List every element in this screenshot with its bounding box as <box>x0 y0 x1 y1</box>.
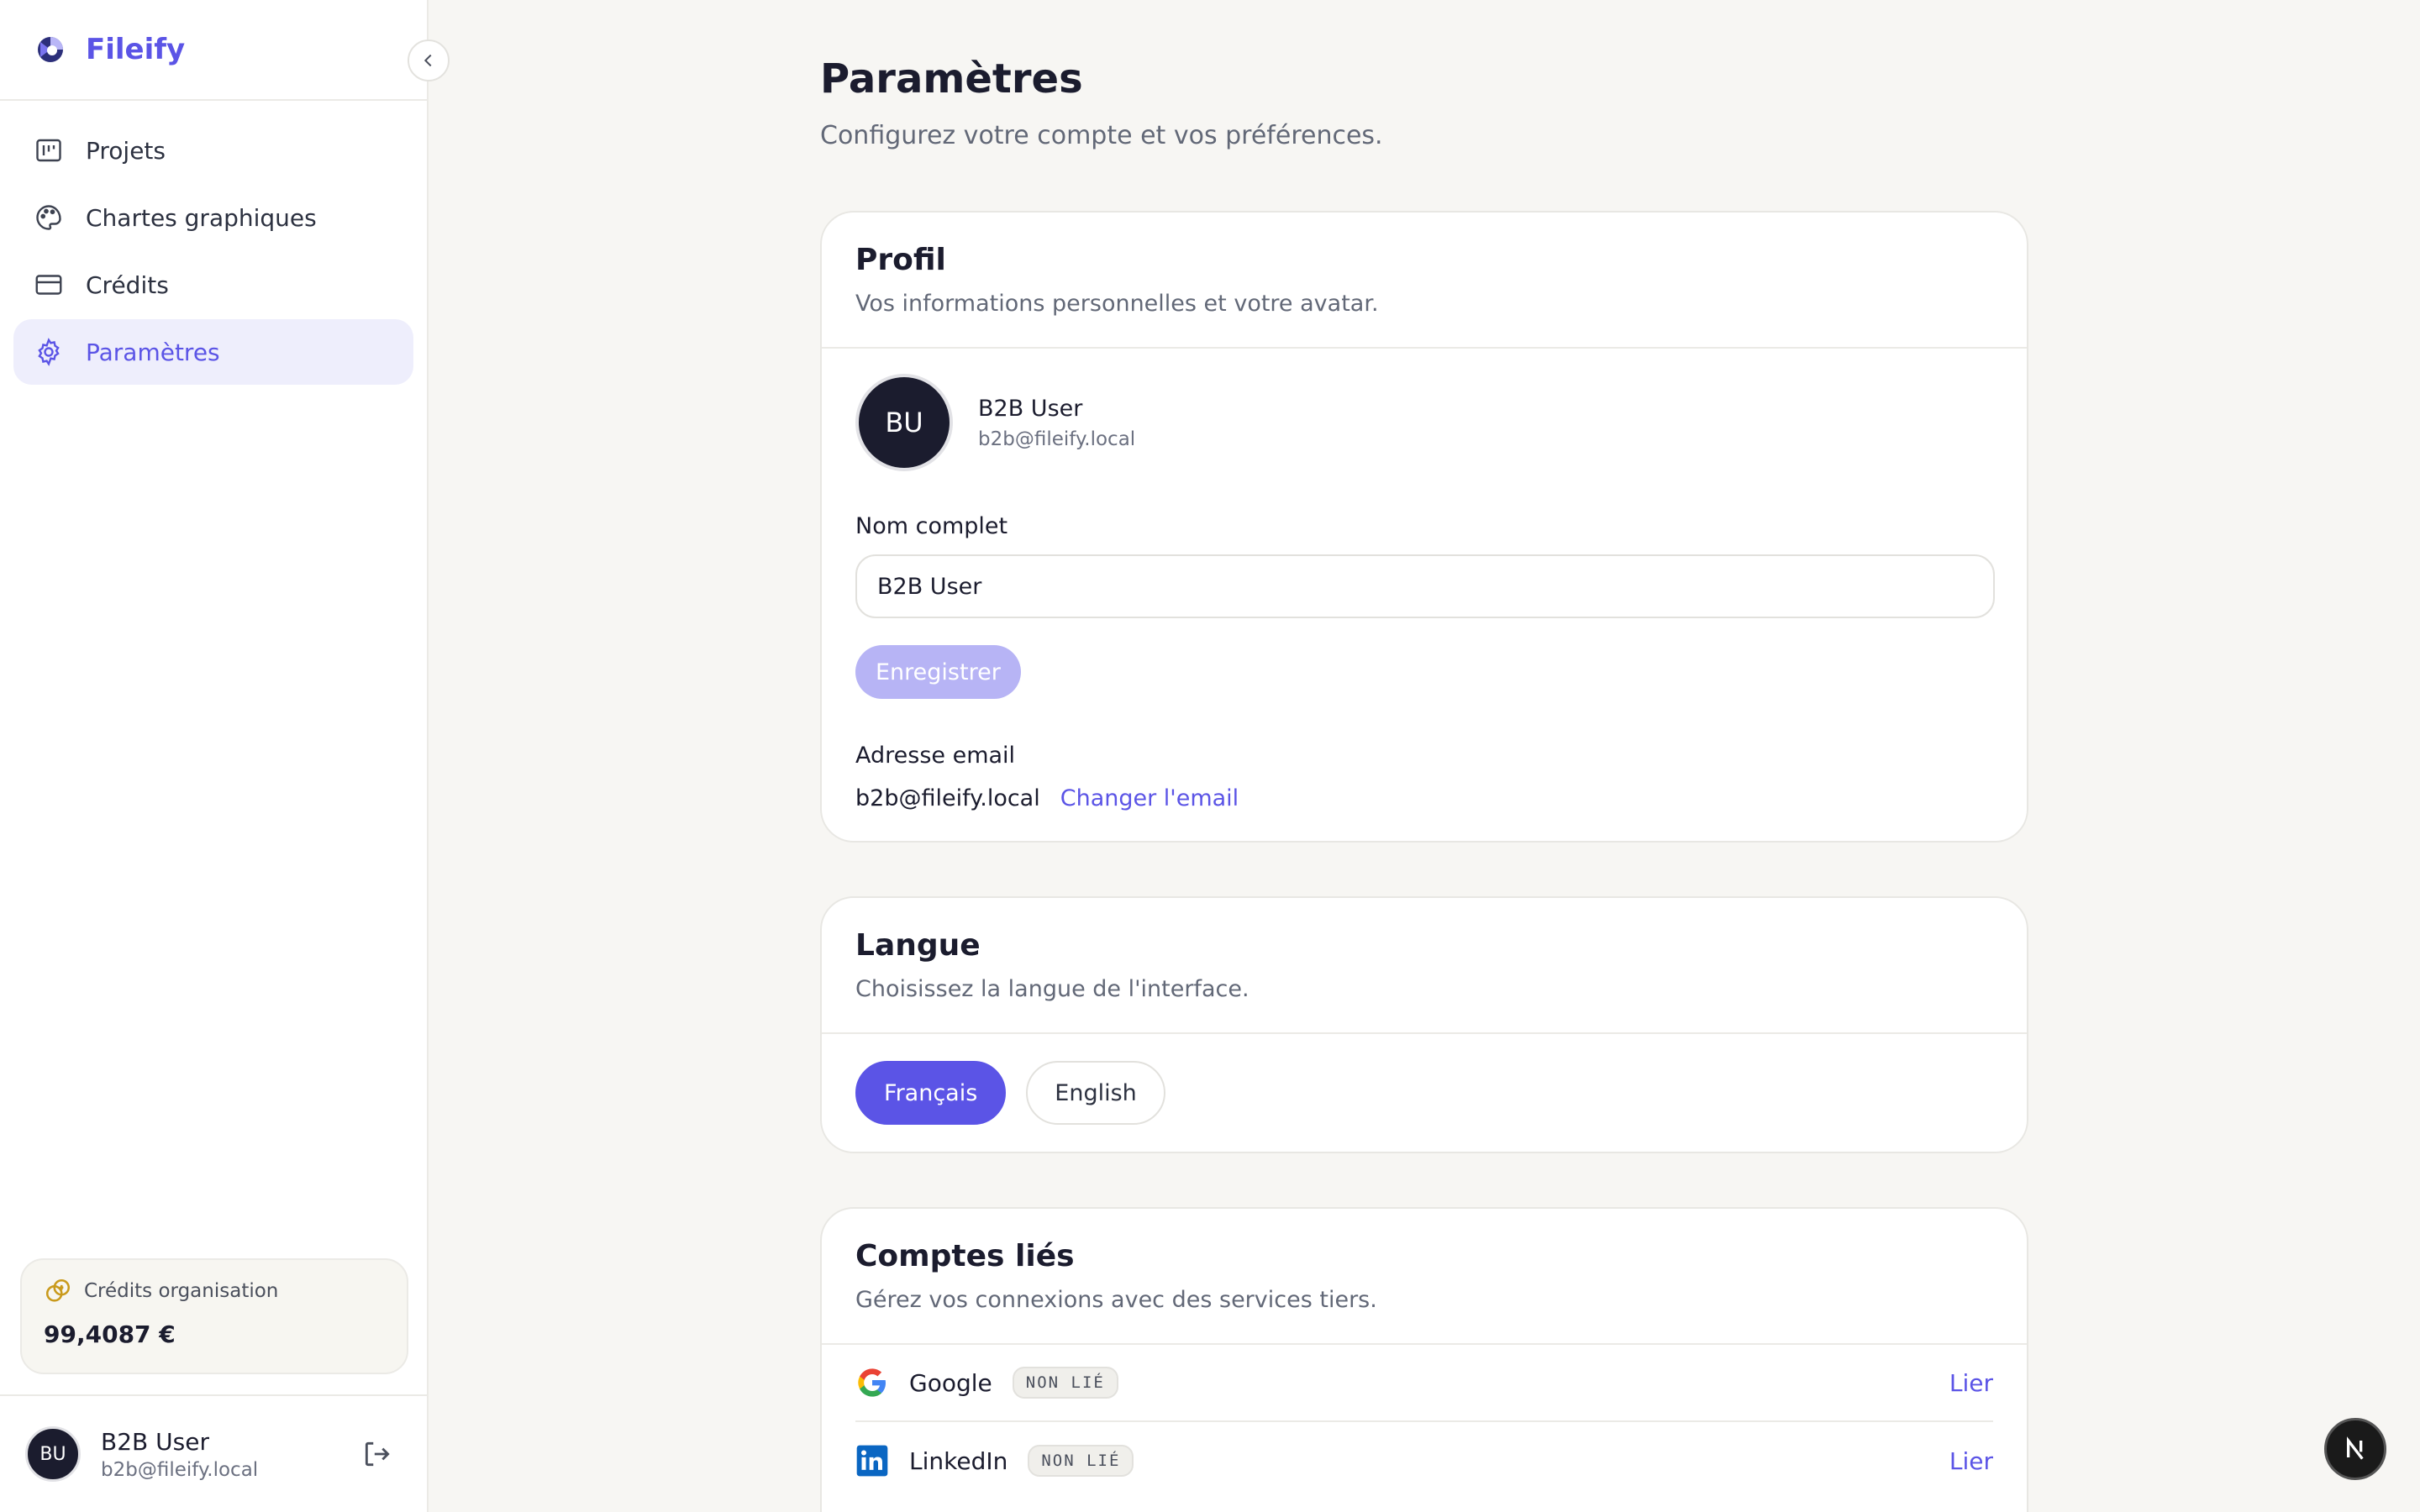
app-name: Fileify <box>86 33 186 66</box>
credits-label: Crédits organisation <box>84 1280 279 1302</box>
list-item: LinkedIn NON LIÉ Lier <box>855 1422 1993 1499</box>
brand[interactable]: Fileify <box>0 0 427 101</box>
profile-email: b2b@fileify.local <box>978 428 1136 450</box>
nextjs-logo-icon <box>2347 1436 2364 1460</box>
credits-header: Crédits organisation <box>44 1277 385 1305</box>
google-icon <box>858 1368 886 1397</box>
profile-info: B2B User b2b@fileify.local <box>978 396 1135 450</box>
save-button[interactable]: Enregistrer <box>855 645 1021 699</box>
profile-card-header: Profil Vos informations personnelles et … <box>822 213 2027 349</box>
email-label: Adresse email <box>855 743 1016 769</box>
chevron-left-icon <box>424 54 432 67</box>
profile-summary: BU B2B User b2b@fileify.local <box>822 349 2027 471</box>
profile-card: Profil Vos informations personnelles et … <box>820 211 2028 843</box>
avatar[interactable]: BU <box>855 374 953 471</box>
gear-icon <box>38 338 60 366</box>
main-content: Paramètres Configurez votre compte et vo… <box>820 0 2028 1512</box>
sidebar-user-info: B2B User b2b@fileify.local <box>101 1428 258 1481</box>
language-card: Langue Choisissez la langue de l'interfa… <box>820 896 2028 1153</box>
status-badge: NON LIÉ <box>1028 1445 1134 1477</box>
credit-card-icon <box>35 275 62 295</box>
card-description: Choisissez la langue de l'interface. <box>855 976 1249 1002</box>
organisation-credits: Crédits organisation 99,4087 € <box>20 1258 408 1374</box>
status-badge: NON LIÉ <box>1012 1367 1118 1399</box>
user-email: b2b@fileify.local <box>101 1458 259 1481</box>
link-google-button[interactable]: Lier <box>1949 1369 1993 1397</box>
fileify-logo-icon <box>38 37 63 62</box>
sidebar-item-parametres[interactable]: Paramètres <box>13 319 413 385</box>
change-email-link[interactable]: Changer l'email <box>1060 785 1239 811</box>
linkedin-icon <box>856 1445 888 1477</box>
language-options: Français English <box>822 1034 2027 1125</box>
card-title: Profil <box>855 243 946 277</box>
nextjs-devtools-button[interactable] <box>2324 1418 2386 1480</box>
linked-accounts-list: Google NON LIÉ Lier LinkedIn NON LIÉ Lie… <box>822 1345 2027 1499</box>
sidebar: Fileify Projets Chartes graphiques Crédi… <box>0 0 429 1512</box>
sidebar-item-chartes-graphiques[interactable]: Chartes graphiques <box>13 185 413 250</box>
profile-name: B2B User <box>978 395 1083 422</box>
page-subtitle: Configurez votre compte et vos préférenc… <box>820 121 1383 150</box>
language-option-english[interactable]: English <box>1026 1061 1165 1125</box>
chart-icon <box>36 139 61 162</box>
linked-accounts-card-header: Comptes liés Gérez vos connexions avec d… <box>822 1209 2027 1345</box>
full-name-input[interactable] <box>855 554 1995 618</box>
email-row: b2b@fileify.local Changer l'email <box>822 785 2027 811</box>
sidebar-item-projets[interactable]: Projets <box>13 118 413 183</box>
account-name: LinkedIn <box>909 1446 1008 1475</box>
collapse-sidebar-button[interactable] <box>408 39 450 81</box>
card-description: Gérez vos connexions avec des services t… <box>855 1287 1377 1313</box>
language-option-francais[interactable]: Français <box>855 1061 1007 1125</box>
palette-icon <box>36 205 61 230</box>
sidebar-item-credits[interactable]: Crédits <box>13 252 413 318</box>
linked-accounts-card: Comptes liés Gérez vos connexions avec d… <box>820 1207 2028 1512</box>
sidebar-item-label: Chartes graphiques <box>86 203 317 232</box>
email-value: b2b@fileify.local <box>855 785 1040 811</box>
sidebar-nav: Projets Chartes graphiques Crédits Param… <box>0 101 427 385</box>
page-title: Paramètres <box>820 55 1083 102</box>
link-linkedin-button[interactable]: Lier <box>1949 1447 1993 1475</box>
sidebar-item-label: Crédits <box>86 270 169 299</box>
credits-value: 99,4087 € <box>44 1320 176 1348</box>
sidebar-item-label: Paramètres <box>86 338 220 366</box>
coins-icon <box>45 1278 71 1302</box>
card-title: Comptes liés <box>855 1239 1075 1273</box>
card-title: Langue <box>855 928 981 963</box>
card-description: Vos informations personnelles et votre a… <box>855 291 1379 317</box>
user-name: B2B User <box>101 1427 209 1456</box>
full-name-label: Nom complet <box>855 513 1008 539</box>
avatar[interactable]: BU <box>25 1426 81 1482</box>
language-card-header: Langue Choisissez la langue de l'interfa… <box>822 898 2027 1034</box>
sidebar-item-label: Projets <box>86 136 166 165</box>
sidebar-user: BU B2B User b2b@fileify.local <box>0 1394 427 1512</box>
account-name: Google <box>909 1368 992 1397</box>
list-item: Google NON LIÉ Lier <box>855 1345 1993 1422</box>
logout-icon[interactable] <box>361 1438 393 1470</box>
